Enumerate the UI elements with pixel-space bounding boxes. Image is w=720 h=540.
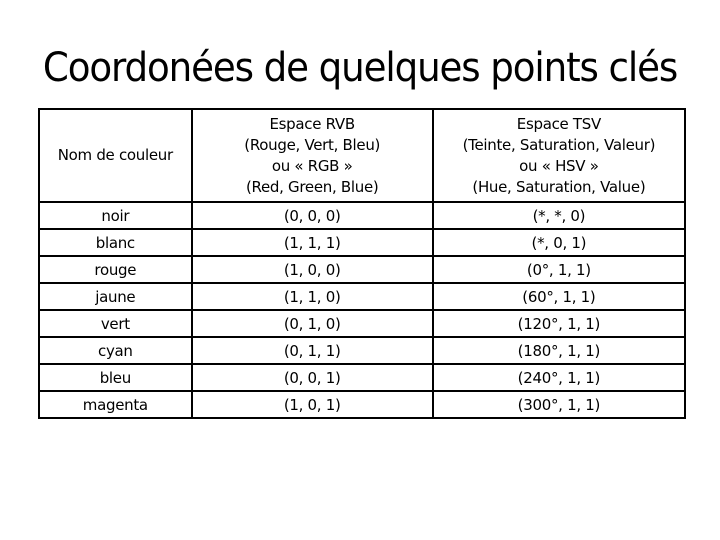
header-color-name: Nom de couleur: [38, 108, 193, 203]
header-rgb-line: ou « RGB »: [271, 156, 353, 175]
header-hsv-line: Espace TSV: [516, 114, 602, 133]
color-name-cell: rouge: [38, 255, 193, 284]
rgb-value-cell: (1, 1, 0): [190, 282, 434, 311]
header-row: Nom de couleur Espace RVB (Rouge, Vert, …: [38, 108, 687, 203]
header-rgb-line: (Rouge, Vert, Bleu): [244, 135, 381, 154]
rgb-value-cell: (1, 1, 1): [190, 228, 434, 257]
rgb-value-cell: (0, 1, 1): [190, 336, 434, 365]
color-name-cell: noir: [38, 201, 193, 230]
table-row: magenta (1, 0, 1) (300°, 1, 1): [38, 390, 687, 419]
header-hsv-space: Espace TSV (Teinte, Saturation, Valeur) …: [431, 108, 687, 203]
table-row: rouge (1, 0, 0) (0°, 1, 1): [38, 255, 687, 284]
color-name-cell: bleu: [38, 363, 193, 392]
hsv-value-cell: (120°, 1, 1): [431, 309, 687, 338]
header-hsv-line: (Teinte, Saturation, Valeur): [462, 135, 656, 154]
rgb-value-cell: (0, 0, 1): [190, 363, 434, 392]
header-color-name-line: Nom de couleur: [57, 146, 173, 164]
rgb-value-cell: (0, 1, 0): [190, 309, 434, 338]
rgb-value-cell: (0, 0, 0): [190, 201, 434, 230]
rgb-value-cell: (1, 0, 1): [190, 390, 434, 419]
color-name-cell: jaune: [38, 282, 193, 311]
table-row: noir (0, 0, 0) (*, *, 0): [38, 201, 687, 230]
table-row: vert (0, 1, 0) (120°, 1, 1): [38, 309, 687, 338]
hsv-value-cell: (*, 0, 1): [431, 228, 687, 257]
color-name-cell: magenta: [38, 390, 193, 419]
header-rgb-line: Espace RVB: [269, 114, 355, 133]
hsv-value-cell: (240°, 1, 1): [431, 363, 687, 392]
header-hsv-line: (Hue, Saturation, Value): [472, 177, 646, 196]
hsv-value-cell: (60°, 1, 1): [431, 282, 687, 311]
header-rgb-space: Espace RVB (Rouge, Vert, Bleu) ou « RGB …: [190, 108, 434, 203]
color-coordinates-table: Nom de couleur Espace RVB (Rouge, Vert, …: [38, 108, 687, 419]
hsv-value-cell: (300°, 1, 1): [431, 390, 687, 419]
hsv-value-cell: (*, *, 0): [431, 201, 687, 230]
table-row: jaune (1, 1, 0) (60°, 1, 1): [38, 282, 687, 311]
rgb-value-cell: (1, 0, 0): [190, 255, 434, 284]
color-name-cell: vert: [38, 309, 193, 338]
table-row: bleu (0, 0, 1) (240°, 1, 1): [38, 363, 687, 392]
header-hsv-line: ou « HSV »: [519, 156, 599, 175]
hsv-value-cell: (0°, 1, 1): [431, 255, 687, 284]
slide-title: Coordonées de quelques points clés: [42, 45, 678, 91]
color-name-cell: cyan: [38, 336, 193, 365]
table-row: cyan (0, 1, 1) (180°, 1, 1): [38, 336, 687, 365]
hsv-value-cell: (180°, 1, 1): [431, 336, 687, 365]
header-rgb-line: (Red, Green, Blue): [245, 177, 379, 196]
color-name-cell: blanc: [38, 228, 193, 257]
table-row: blanc (1, 1, 1) (*, 0, 1): [38, 228, 687, 257]
